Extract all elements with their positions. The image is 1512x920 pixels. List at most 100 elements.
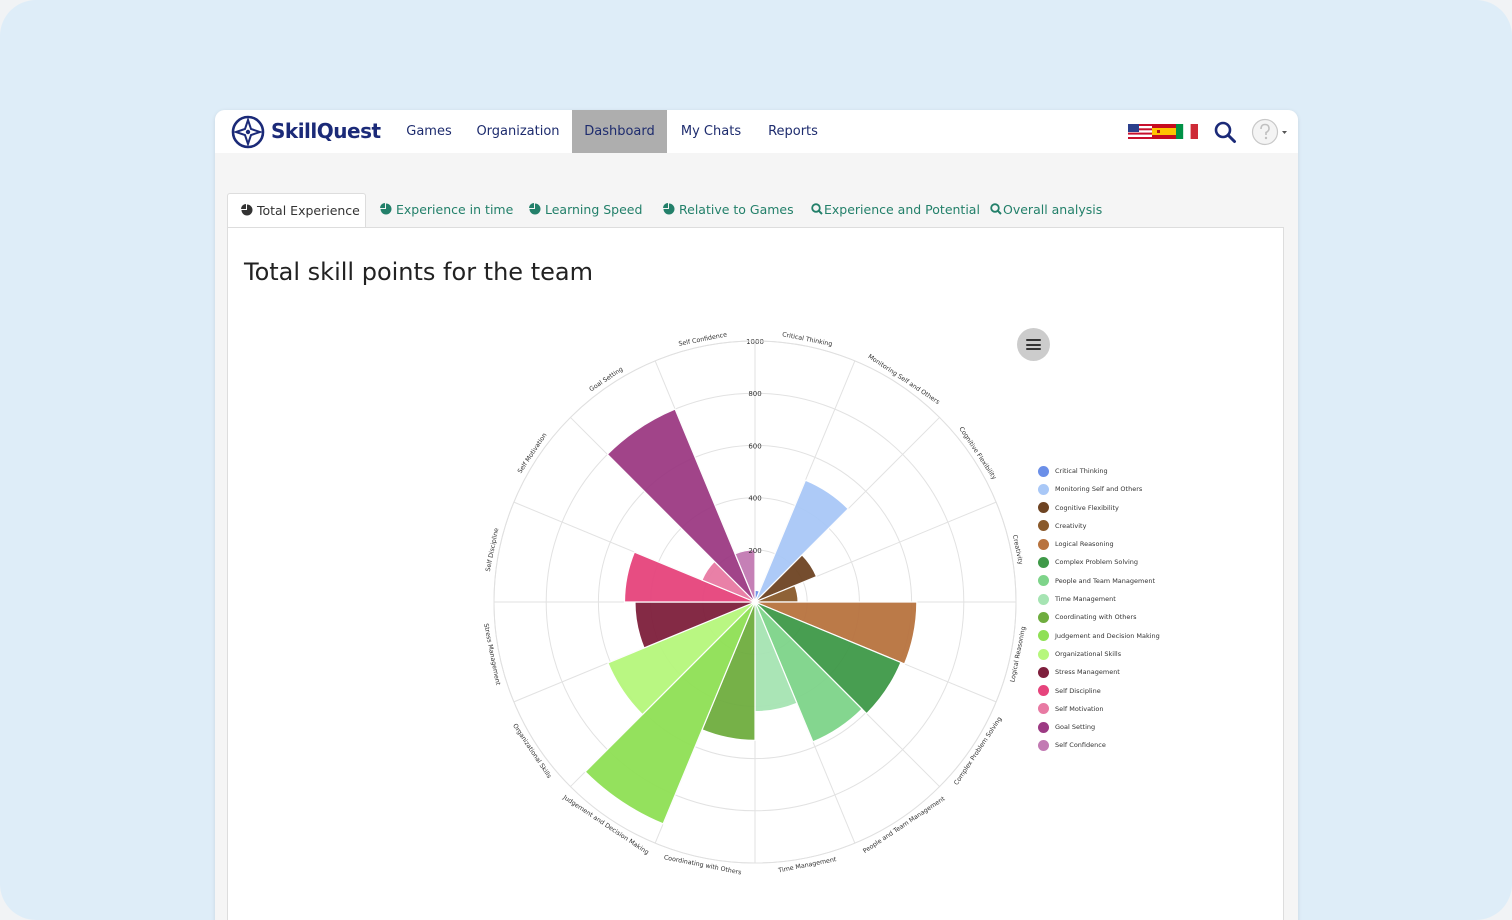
tab-experience-and-potential[interactable]: Experience and Potential [811, 193, 980, 228]
legend-item[interactable]: Goal Setting [1038, 718, 1238, 736]
legend-swatch [1038, 483, 1049, 495]
pie-icon [529, 203, 541, 215]
chart-menu-button[interactable] [1017, 328, 1050, 361]
legend-item[interactable]: Self Motivation [1038, 700, 1238, 718]
browser-window: SkillQuest Games Organization Dashboard … [215, 110, 1298, 920]
legend-label: Goal Setting [1055, 723, 1096, 732]
tab-learning-speed[interactable]: Learning Speed [529, 193, 642, 228]
legend-item[interactable]: Self Discipline [1038, 682, 1238, 700]
legend-swatch [1038, 465, 1049, 477]
legend-item[interactable]: Organizational Skills [1038, 645, 1238, 663]
hamburger-line [1026, 348, 1041, 351]
category-label: Stress Management [482, 623, 501, 687]
legend-label: People and Team Management [1055, 576, 1156, 585]
legend-item[interactable]: Complex Problem Solving [1038, 553, 1238, 571]
y-tick-label: 1000 [746, 338, 764, 346]
legend-swatch [1038, 721, 1049, 733]
legend-item[interactable]: People and Team Management [1038, 572, 1238, 590]
legend-label: Stress Management [1055, 668, 1120, 677]
category-label: Self Confidence [678, 331, 728, 347]
pie-icon [241, 204, 253, 216]
legend-swatch [1038, 611, 1049, 623]
nav-dashboard[interactable]: Dashboard [572, 110, 667, 153]
legend-swatch [1038, 648, 1049, 660]
tab-overall-analysis[interactable]: Overall analysis [990, 193, 1102, 228]
legend-swatch [1038, 630, 1049, 642]
tab-label: Relative to Games [679, 202, 794, 217]
tab-label: Learning Speed [545, 202, 643, 217]
legend-swatch [1038, 502, 1049, 514]
avatar-icon[interactable] [1251, 118, 1291, 146]
legend-label: Self Discipline [1055, 686, 1101, 695]
app-frame: SkillQuest Games Organization Dashboard … [0, 0, 1512, 920]
legend-swatch [1038, 685, 1049, 697]
legend-swatch [1038, 538, 1049, 550]
legend-label: Self Motivation [1055, 704, 1104, 713]
top-navbar: SkillQuest Games Organization Dashboard … [215, 110, 1298, 153]
category-label: Organizational Skills [511, 723, 552, 780]
tab-label: Experience in time [396, 202, 514, 217]
search-icon [811, 203, 823, 215]
chart-panel: Total skill points for the team 200 400 60… [227, 227, 1284, 920]
chart-legend: Critical Thinking Monitoring Self and Oth… [1038, 462, 1238, 755]
legend-swatch [1038, 593, 1049, 605]
legend-label: Complex Problem Solving [1055, 558, 1139, 567]
hamburger-line [1026, 343, 1041, 346]
category-label: People and Team Management [862, 795, 947, 855]
y-tick-label: 800 [748, 390, 761, 398]
hamburger-line [1026, 339, 1041, 342]
skillquest-logo-icon[interactable] [231, 115, 265, 149]
tab-label: Total Experience [257, 203, 360, 218]
tab-total-experience[interactable]: Total Experience [227, 193, 366, 228]
brand-name[interactable]: SkillQuest [271, 119, 381, 143]
legend-item[interactable]: Cognitive Flexibility [1038, 499, 1238, 517]
legend-swatch [1038, 740, 1049, 752]
nav-organization[interactable]: Organization [472, 110, 564, 153]
tab-label: Overall analysis [1003, 202, 1103, 217]
search-icon [990, 203, 1002, 215]
tab-label: Experience and Potential [824, 202, 980, 217]
tab-experience-in-time[interactable]: Experience in time [380, 193, 513, 228]
tab-relative-to-games[interactable]: Relative to Games [663, 193, 794, 228]
legend-swatch [1038, 557, 1049, 569]
language-flags-icon[interactable] [1128, 124, 1198, 139]
legend-label: Organizational Skills [1055, 649, 1122, 658]
legend-swatch [1038, 520, 1049, 532]
nav-games[interactable]: Games [395, 110, 463, 153]
pie-icon [380, 203, 392, 215]
pie-icon [663, 203, 675, 215]
legend-label: Critical Thinking [1055, 467, 1108, 475]
legend-item[interactable]: Judgement and Decision Making [1038, 627, 1238, 645]
legend-label: Cognitive Flexibility [1055, 503, 1119, 512]
category-label: Monitoring Self and Others [867, 353, 941, 406]
legend-label: Coordinating with Others [1055, 613, 1137, 622]
legend-swatch [1038, 703, 1049, 715]
legend-item[interactable]: Time Management [1038, 590, 1238, 608]
legend-item[interactable]: Monitoring Self and Others [1038, 480, 1238, 498]
category-label: Cognitive Flexibility [957, 426, 997, 482]
category-label: Logical Reasoning [1009, 626, 1027, 683]
category-label: Critical Thinking [781, 331, 832, 348]
nav-my-chats[interactable]: My Chats [675, 110, 747, 153]
category-label: Complex Problem Solving [953, 716, 1004, 787]
legend-label: Judgement and Decision Making [1055, 631, 1160, 640]
legend-label: Time Management [1055, 595, 1116, 604]
nav-reports[interactable]: Reports [760, 110, 826, 153]
legend-item[interactable]: Self Confidence [1038, 736, 1238, 754]
legend-item[interactable]: Stress Management [1038, 663, 1238, 681]
category-label: Self Motivation [517, 432, 549, 475]
legend-swatch [1038, 666, 1049, 678]
analysis-tabs: Total Experience Experience in time Lear… [227, 193, 1287, 228]
legend-item[interactable]: Coordinating with Others [1038, 608, 1238, 626]
y-tick-label: 600 [748, 442, 761, 450]
category-label: Self Discipline [485, 527, 501, 572]
y-tick-label: 200 [748, 547, 761, 555]
legend-label: Logical Reasoning [1055, 540, 1114, 549]
legend-label: Monitoring Self and Others [1055, 485, 1143, 494]
legend-item[interactable]: Creativity [1038, 517, 1238, 535]
legend-label: Creativity [1055, 521, 1087, 530]
legend-item[interactable]: Critical Thinking [1038, 462, 1238, 480]
legend-item[interactable]: Logical Reasoning [1038, 535, 1238, 553]
legend-swatch [1038, 575, 1049, 587]
search-icon[interactable] [1213, 120, 1237, 144]
